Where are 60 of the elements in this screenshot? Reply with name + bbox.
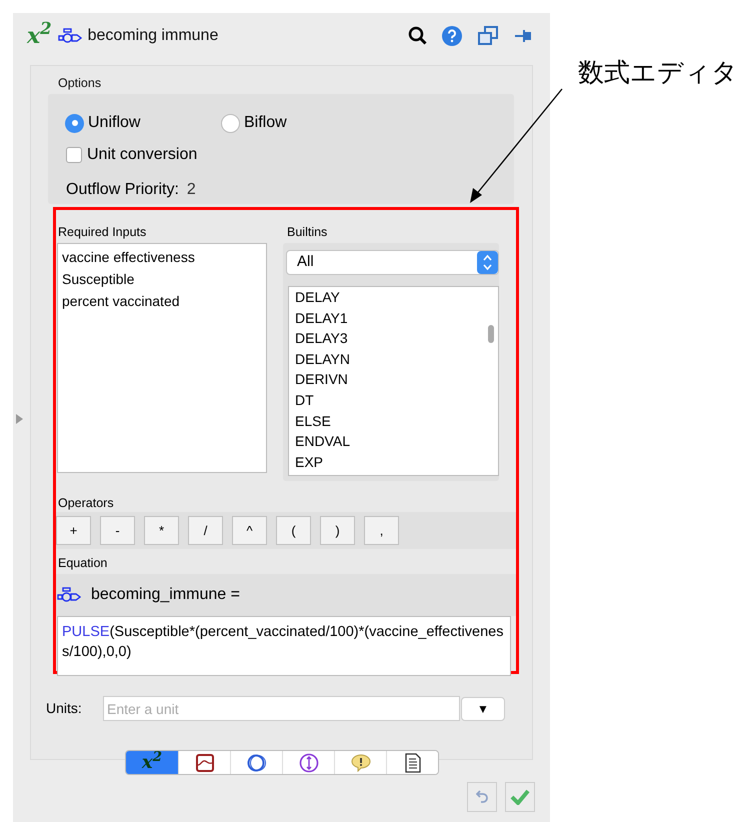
section-label: Operators — [57, 495, 115, 511]
field-label: Outflow Priority: — [66, 180, 179, 200]
operator-button[interactable]: + — [56, 516, 91, 545]
checkmark-icon — [510, 789, 530, 805]
undo-button[interactable] — [467, 782, 497, 812]
range-icon — [298, 752, 318, 772]
list-item[interactable]: DELAYN — [295, 348, 498, 370]
list-item[interactable]: DT — [295, 390, 498, 411]
field-value: 2 — [186, 180, 196, 200]
operator-button[interactable]: , — [364, 516, 399, 545]
section-label: Builtins — [286, 224, 328, 240]
list-item[interactable]: percent vaccinated — [62, 290, 266, 312]
operator-button[interactable]: - — [100, 516, 135, 545]
list-item[interactable]: DELAY3 — [295, 328, 498, 349]
expand-triangle-icon[interactable] — [16, 414, 23, 424]
radio-button[interactable] — [65, 114, 84, 132]
stepper-icon — [477, 251, 498, 274]
section-label: Required Inputs — [57, 224, 148, 240]
radio-option[interactable]: Biflow — [221, 111, 287, 135]
operator-button[interactable]: ( — [276, 516, 311, 545]
radio-button[interactable] — [221, 114, 240, 132]
section-label: Equation — [57, 555, 108, 571]
list-item[interactable]: ELSE — [295, 410, 498, 432]
equation-name: becoming_immune = — [91, 585, 240, 605]
scrollbar-thumb[interactable] — [488, 325, 494, 343]
section-label: Options — [57, 75, 102, 91]
list-item[interactable]: vaccine effectiveness — [62, 246, 266, 268]
list-item[interactable]: DELAY1 — [295, 308, 498, 328]
flow-icon — [58, 28, 82, 44]
speech-bubble-icon — [350, 754, 370, 772]
document-icon — [404, 752, 420, 772]
list-item[interactable]: DELAY — [295, 287, 498, 308]
list-item[interactable]: ENDVAL — [295, 431, 498, 452]
tab[interactable] — [386, 751, 438, 774]
checkbox-option[interactable]: Unit conversion — [65, 143, 514, 167]
equation-field[interactable]: PULSE(Susceptible*(percent_vaccinated/100)*(vaccine_effectiveness/100),0,0) — [57, 616, 511, 676]
builtins-dropdown[interactable]: All — [286, 250, 499, 275]
operator-button[interactable]: ^ — [232, 516, 267, 545]
window-title: becoming immune — [88, 26, 218, 46]
operator-button[interactable]: * — [144, 516, 179, 545]
pin-icon[interactable] — [514, 28, 534, 42]
search-icon[interactable] — [408, 26, 428, 46]
checkbox[interactable] — [66, 147, 82, 163]
list-item[interactable]: Susceptible — [62, 268, 266, 290]
list-item[interactable]: EXP — [295, 452, 498, 472]
operator-button[interactable]: ) — [320, 516, 355, 545]
flow-icon — [57, 587, 81, 603]
undo-icon — [476, 790, 488, 804]
circles-icon — [246, 754, 266, 772]
annotation-label: 数式エディタ — [578, 57, 738, 90]
windows-icon[interactable] — [478, 26, 498, 46]
units-dropdown-button[interactable]: ▼ — [461, 696, 505, 720]
radio-option[interactable]: Uniflow — [65, 111, 221, 135]
list-item[interactable]: DERIVN — [295, 369, 498, 390]
apply-button[interactable] — [505, 782, 535, 812]
operator-button[interactable]: / — [188, 516, 223, 545]
help-icon[interactable] — [442, 26, 462, 46]
field-label: Units: — [46, 699, 83, 718]
units-field[interactable]: Enter a unit — [103, 696, 460, 721]
graph-icon — [196, 754, 214, 772]
